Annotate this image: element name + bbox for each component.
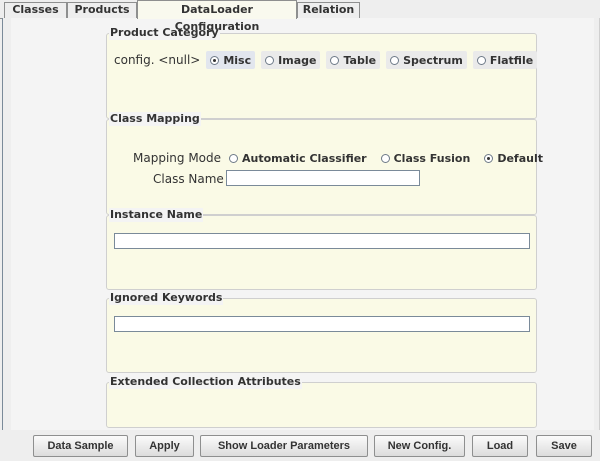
product-category-group: Product Category config. <null> Misc Ima… — [106, 26, 538, 119]
radio-class-fusion[interactable]: Class Fusion — [377, 149, 475, 167]
radio-default-label: Default — [497, 151, 543, 165]
radio-icon — [476, 55, 486, 65]
radio-table-label: Table — [343, 53, 377, 67]
tab-dataloader-configuration[interactable]: DataLoader Configuration — [137, 0, 297, 33]
radio-misc[interactable]: Misc — [206, 51, 256, 69]
class-mapping-group: Class Mapping Mapping Mode Automatic Cla… — [106, 112, 543, 215]
radio-image[interactable]: Image — [261, 51, 321, 69]
radio-selected-icon — [210, 55, 220, 65]
radio-automatic-classifier[interactable]: Automatic Classifier — [225, 149, 371, 167]
instance-name-input[interactable] — [114, 233, 530, 249]
button-bar: Data Sample Apply Show Loader Parameters… — [0, 430, 600, 461]
radio-icon — [330, 55, 340, 65]
class-name-label: Class Name — [153, 172, 224, 186]
tab-products[interactable]: Products — [67, 2, 137, 18]
tab-bar: Classes Products DataLoader Configuratio… — [0, 0, 600, 33]
show-loader-parameters-button[interactable]: Show Loader Parameters — [200, 435, 368, 457]
tab-relation[interactable]: Relation — [297, 2, 360, 18]
data-sample-button[interactable]: Data Sample — [33, 435, 128, 457]
radio-icon — [380, 153, 390, 163]
save-button[interactable]: Save — [536, 435, 592, 457]
radio-icon — [229, 153, 239, 163]
radio-flatfile[interactable]: Flatfile — [472, 51, 538, 69]
mapping-mode-label: Mapping Mode — [133, 151, 222, 165]
product-category-options: config. <null> Misc Image Table Spectrum… — [114, 50, 543, 70]
radio-spectrum-label: Spectrum — [403, 53, 463, 67]
ignored-keywords-input[interactable] — [114, 316, 530, 332]
radio-default[interactable]: Default — [480, 149, 547, 167]
radio-automatic-classifier-label: Automatic Classifier — [242, 151, 367, 165]
radio-icon — [390, 55, 400, 65]
tab-classes[interactable]: Classes — [4, 2, 67, 18]
extended-collection-attributes-group: Extended Collection Attributes — [106, 375, 537, 428]
radio-icon — [265, 55, 275, 65]
radio-selected-icon — [484, 153, 494, 163]
dataloader-configuration-panel: Product Category config. <null> Misc Ima… — [2, 18, 600, 430]
class-name-input[interactable] — [226, 170, 420, 186]
ignored-keywords-group: Ignored Keywords — [106, 291, 537, 373]
instance-name-title: Instance Name — [109, 208, 204, 222]
class-mapping-title: Class Mapping — [109, 112, 201, 126]
configuration-form[interactable]: Product Category config. <null> Misc Ima… — [11, 18, 594, 430]
ignored-keywords-title: Ignored Keywords — [109, 291, 224, 305]
radio-flatfile-label: Flatfile — [489, 53, 534, 67]
radio-spectrum[interactable]: Spectrum — [386, 51, 467, 69]
extended-collection-attributes-title: Extended Collection Attributes — [109, 375, 302, 389]
instance-name-group: Instance Name — [106, 208, 537, 290]
mapping-mode-options: Mapping Mode Automatic Classifier Class … — [133, 148, 553, 168]
load-button[interactable]: Load — [472, 435, 528, 457]
radio-misc-label: Misc — [223, 53, 252, 67]
radio-table[interactable]: Table — [326, 51, 381, 69]
apply-button[interactable]: Apply — [135, 435, 194, 457]
new-config-button[interactable]: New Config. — [374, 435, 465, 457]
radio-class-fusion-label: Class Fusion — [393, 151, 471, 165]
config-label: config. <null> — [114, 53, 201, 67]
radio-image-label: Image — [278, 53, 317, 67]
